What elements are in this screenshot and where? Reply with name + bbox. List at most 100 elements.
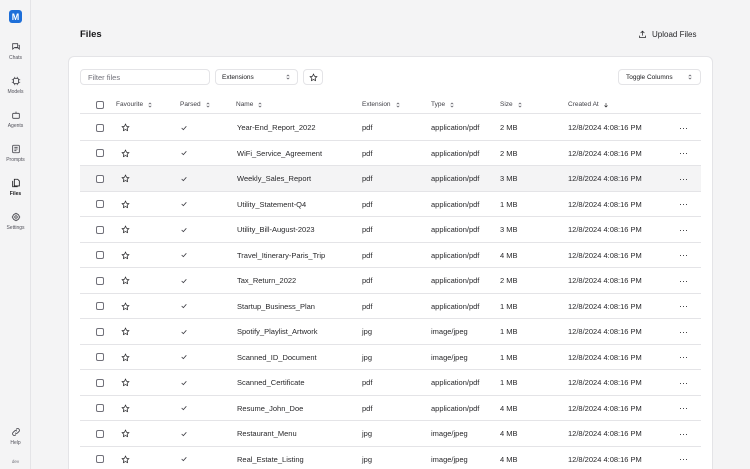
row-actions-menu-icon[interactable]: ··· <box>679 319 688 344</box>
file-name[interactable]: Scanned_ID_Document <box>237 345 317 370</box>
row-checkbox[interactable] <box>96 192 104 217</box>
table-row[interactable]: Startup_Business_Plan pdf application/pdf 1… <box>80 294 701 319</box>
column-name[interactable]: Name <box>236 95 263 114</box>
row-checkbox[interactable] <box>96 166 104 191</box>
row-checkbox[interactable] <box>96 268 104 293</box>
parsed-check-icon <box>180 141 188 166</box>
table-row[interactable]: Real_Estate_Listing jpg image/jpeg 4 MB 12/8… <box>80 447 701 469</box>
file-name[interactable]: WiFi_Service_Agreement <box>237 141 322 166</box>
row-checkbox[interactable] <box>96 243 104 268</box>
table-row[interactable]: Scanned_ID_Document jpg image/jpeg 1 MB 12/8… <box>80 345 701 370</box>
sidebar-item-agents[interactable]: Agents <box>0 110 31 129</box>
table-row[interactable]: Travel_Itinerary-Paris_Trip pdf applicatio… <box>80 243 701 268</box>
table-row[interactable]: Utility_Bill-August-2023 pdf application/p… <box>80 217 701 243</box>
row-actions-menu-icon[interactable]: ··· <box>679 115 688 140</box>
column-label: Parsed <box>180 101 201 108</box>
favourite-star-icon[interactable] <box>121 243 130 268</box>
column-size[interactable]: Size <box>500 95 523 114</box>
extensions-dropdown[interactable]: Extensions <box>215 69 298 85</box>
row-actions-menu-icon[interactable]: ··· <box>679 447 688 469</box>
file-name[interactable]: Spotify_Playlist_Artwork <box>237 319 317 344</box>
file-name[interactable]: Real_Estate_Listing <box>237 447 304 469</box>
favourite-star-icon[interactable] <box>121 115 130 140</box>
row-actions-menu-icon[interactable]: ··· <box>679 268 688 293</box>
column-created-at[interactable]: Created At <box>568 95 609 114</box>
sidebar-item-models[interactable]: Models <box>0 76 31 95</box>
file-name[interactable]: Utility_Bill-August-2023 <box>237 217 315 242</box>
sidebar-item-settings[interactable]: Settings <box>0 212 31 231</box>
column-parsed[interactable]: Parsed <box>180 95 211 114</box>
column-type[interactable]: Type <box>431 95 455 114</box>
row-actions-menu-icon[interactable]: ··· <box>679 141 688 166</box>
table-row[interactable]: Year-End_Report_2022 pdf application/pdf 2 … <box>80 115 701 141</box>
favourite-star-icon[interactable] <box>121 319 130 344</box>
favourite-star-icon[interactable] <box>121 268 130 293</box>
table-row[interactable]: Resume_John_Doe pdf application/pdf 4 MB 12/… <box>80 396 701 421</box>
file-name[interactable]: Year-End_Report_2022 <box>237 115 316 140</box>
favourite-star-icon[interactable] <box>121 370 130 395</box>
table-row[interactable]: Spotify_Playlist_Artwork jpg image/jpeg 1 M… <box>80 319 701 345</box>
favourite-star-icon[interactable] <box>121 141 130 166</box>
favourites-filter-button[interactable] <box>303 69 323 85</box>
row-checkbox[interactable] <box>96 294 104 319</box>
row-checkbox[interactable] <box>96 421 104 446</box>
sidebar-item-chats[interactable]: Chats <box>0 42 31 61</box>
filter-files-input[interactable]: Filter files <box>80 69 210 85</box>
row-checkbox[interactable] <box>96 345 104 370</box>
row-checkbox[interactable] <box>96 447 104 469</box>
file-size: 1 MB <box>500 352 518 362</box>
file-name[interactable]: Utility_Statement-Q4 <box>237 192 306 217</box>
upload-files-button[interactable]: Upload Files <box>629 24 705 44</box>
column-favourite[interactable]: Favourite <box>116 95 153 114</box>
sidebar-item-prompts[interactable]: Prompts <box>0 144 31 163</box>
favourite-star-icon[interactable] <box>121 447 130 469</box>
file-name[interactable]: Startup_Business_Plan <box>237 294 315 319</box>
file-name[interactable]: Resume_John_Doe <box>237 396 303 421</box>
favourite-star-icon[interactable] <box>121 396 130 421</box>
select-all-checkbox[interactable] <box>96 95 104 114</box>
toggle-columns-dropdown[interactable]: Toggle Columns <box>618 69 701 85</box>
file-name[interactable]: Weekly_Sales_Report <box>237 166 311 191</box>
table-row[interactable]: Restaurant_Menu jpg image/jpeg 4 MB 12/8/202… <box>80 421 701 447</box>
column-extension[interactable]: Extension <box>362 95 401 114</box>
favourite-star-icon[interactable] <box>121 166 130 191</box>
file-type: application/pdf <box>431 174 480 183</box>
row-actions-menu-icon[interactable]: ··· <box>679 217 688 242</box>
row-checkbox[interactable] <box>96 217 104 242</box>
row-checkbox[interactable] <box>96 115 104 140</box>
row-actions-menu-icon[interactable]: ··· <box>679 294 688 319</box>
sidebar-item-help[interactable]: Help <box>0 427 31 446</box>
row-actions-menu-icon[interactable]: ··· <box>679 345 688 370</box>
file-size: 2 MB <box>500 123 518 132</box>
table-row[interactable]: Weekly_Sales_Report pdf application/pdf 3 M… <box>80 166 701 192</box>
row-checkbox[interactable] <box>96 319 104 344</box>
row-actions-menu-icon[interactable]: ··· <box>679 370 688 395</box>
row-actions-menu-icon[interactable]: ··· <box>679 243 688 268</box>
file-name[interactable]: Restaurant_Menu <box>237 421 297 446</box>
table-row[interactable]: Scanned_Certificate pdf application/pdf 1 M… <box>80 370 701 396</box>
file-name[interactable]: Scanned_Certificate <box>237 370 305 395</box>
app-logo[interactable]: M <box>9 10 22 23</box>
table-row[interactable]: WiFi_Service_Agreement pdf application/pdf… <box>80 141 701 166</box>
favourite-star-icon[interactable] <box>121 217 130 242</box>
row-checkbox[interactable] <box>96 141 104 166</box>
favourite-star-icon[interactable] <box>121 345 130 370</box>
file-name[interactable]: Tax_Return_2022 <box>237 268 296 293</box>
table-row[interactable]: Utility_Statement-Q4 pdf application/pdf 1 … <box>80 192 701 217</box>
row-actions-menu-icon[interactable]: ··· <box>679 192 688 217</box>
sidebar-item-label: Files <box>9 191 22 197</box>
row-checkbox[interactable] <box>96 370 104 395</box>
file-type: application/pdf <box>431 403 480 413</box>
row-actions-menu-icon[interactable]: ··· <box>679 421 688 446</box>
row-actions-menu-icon[interactable]: ··· <box>679 166 688 191</box>
row-checkbox[interactable] <box>96 396 104 421</box>
favourite-star-icon[interactable] <box>121 421 130 446</box>
file-extension: jpg <box>362 429 373 438</box>
table-row[interactable]: Tax_Return_2022 pdf application/pdf 2 MB 12/… <box>80 268 701 294</box>
file-size: 2 MB <box>500 148 518 158</box>
sidebar-item-files[interactable]: Files <box>0 178 31 197</box>
favourite-star-icon[interactable] <box>121 294 130 319</box>
file-name[interactable]: Travel_Itinerary-Paris_Trip <box>237 243 325 268</box>
favourite-star-icon[interactable] <box>121 192 130 217</box>
row-actions-menu-icon[interactable]: ··· <box>679 396 688 421</box>
